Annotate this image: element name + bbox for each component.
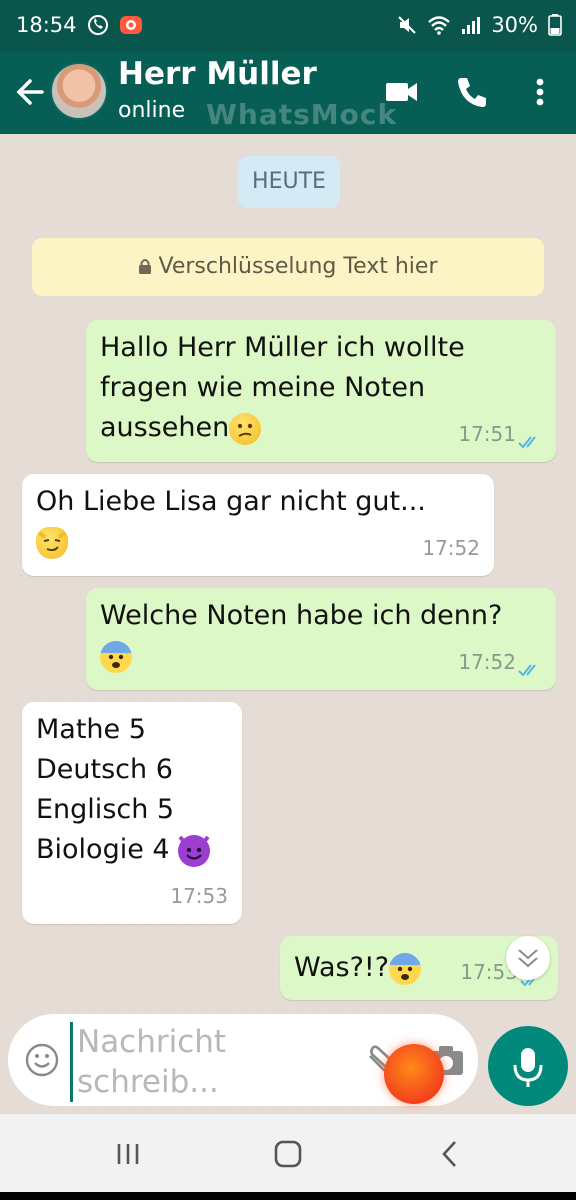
double-check-icon [518, 664, 536, 677]
system-navigation-bar [0, 1114, 576, 1192]
encryption-text: Verschlüsselung Text hier [158, 254, 438, 279]
contact-name[interactable]: Herr Müller [118, 56, 317, 92]
contact-avatar[interactable] [50, 62, 108, 120]
message-text: Mathe 5 Deutsch 6 Englisch 5 Biologie 4 [36, 710, 211, 870]
message-input-placeholder: Nachricht schreib... [77, 1024, 227, 1100]
back-nav-icon[interactable] [430, 1134, 470, 1174]
contact-status: online [118, 98, 186, 123]
smiling-devil-emoji-icon [178, 834, 211, 867]
chat-area[interactable]: HEUTE Verschlüsselung Text hier Hallo He… [0, 134, 576, 1114]
message-time: 17:52 [458, 650, 516, 674]
message-bubble-incoming[interactable]: Mathe 5 Deutsch 6 Englisch 5 Biologie 4 … [22, 702, 242, 924]
chat-header: Herr Müller online WhatsMock [0, 52, 576, 134]
message-line: Deutsch 6 [36, 754, 173, 785]
more-vert-icon[interactable] [520, 72, 560, 112]
encryption-notice[interactable]: Verschlüsselung Text hier [32, 238, 544, 296]
message-line: Mathe 5 [36, 714, 146, 745]
message-line: Hallo Herr Müller ich wollte [100, 332, 465, 363]
day-divider: HEUTE [238, 156, 340, 208]
anxious-sweat-face-emoji-icon [100, 640, 132, 673]
chevron-down-icon [518, 949, 538, 968]
message-time: 17:53 [170, 884, 228, 908]
message-line: Englisch 5 [36, 794, 175, 825]
voice-message-button[interactable] [488, 1026, 568, 1106]
message-bubble-outgoing[interactable]: Welche Noten habe ich denn? 17:52 [86, 588, 556, 690]
signal-icon [462, 17, 481, 34]
message-text: Welche Noten habe ich denn? [100, 596, 502, 676]
message-time: 17:52 [422, 536, 480, 560]
recent-apps-icon[interactable] [108, 1134, 148, 1174]
double-check-icon [518, 436, 536, 449]
back-arrow-icon[interactable] [14, 72, 48, 112]
scroll-to-bottom-button[interactable] [506, 936, 550, 980]
smirking-cat-emoji-icon [36, 526, 68, 559]
battery-icon [548, 14, 562, 36]
battery-percent: 30% [491, 13, 538, 37]
lock-icon [139, 259, 152, 274]
message-text: Hallo Herr Müller ich wollte fragen wie … [100, 328, 465, 448]
watermark-logo: WhatsMock [206, 98, 398, 131]
wifi-icon [428, 16, 451, 35]
message-line: Welche Noten habe ich denn? [100, 600, 503, 631]
status-bar: 18:54 30% [0, 0, 576, 52]
message-bubble-incoming[interactable]: Oh Liebe Lisa gar nicht gut... 17:52 [22, 474, 494, 576]
mic-icon [513, 1048, 543, 1087]
message-bubble-outgoing[interactable]: Hallo Herr Müller ich wollte fragen wie … [86, 320, 556, 462]
message-time: 17:51 [458, 422, 516, 446]
home-icon[interactable] [268, 1134, 308, 1174]
message-line: Oh Liebe Lisa gar nicht gut... [36, 486, 426, 517]
message-line: Biologie 4 [36, 830, 211, 870]
whatsapp-notification-icon [87, 15, 108, 35]
message-line-text: Biologie 4 [36, 834, 170, 865]
message-line: fragen wie meine Noten [100, 372, 426, 403]
message-text: Was?!? [294, 948, 422, 988]
video-call-icon[interactable] [382, 72, 422, 112]
message-line-text: aussehen [100, 412, 230, 443]
recording-icon [119, 16, 142, 34]
emoji-icon[interactable] [24, 1042, 60, 1078]
message-composer: Nachricht schreib... [8, 1014, 478, 1106]
status-time: 18:54 [16, 13, 77, 37]
message-line: aussehen [100, 408, 465, 448]
phone-icon[interactable] [452, 72, 492, 112]
recording-indicator-dot [384, 1044, 444, 1104]
message-line [36, 522, 426, 562]
message-text: Oh Liebe Lisa gar nicht gut... [36, 482, 426, 562]
confused-face-emoji-icon [229, 412, 262, 445]
message-line-text: Was?!? [294, 952, 390, 983]
message-line [100, 636, 502, 676]
mute-icon [398, 16, 417, 34]
message-input[interactable]: Nachricht schreib... [70, 1022, 307, 1102]
anxious-sweat-face-emoji-icon [389, 952, 422, 985]
